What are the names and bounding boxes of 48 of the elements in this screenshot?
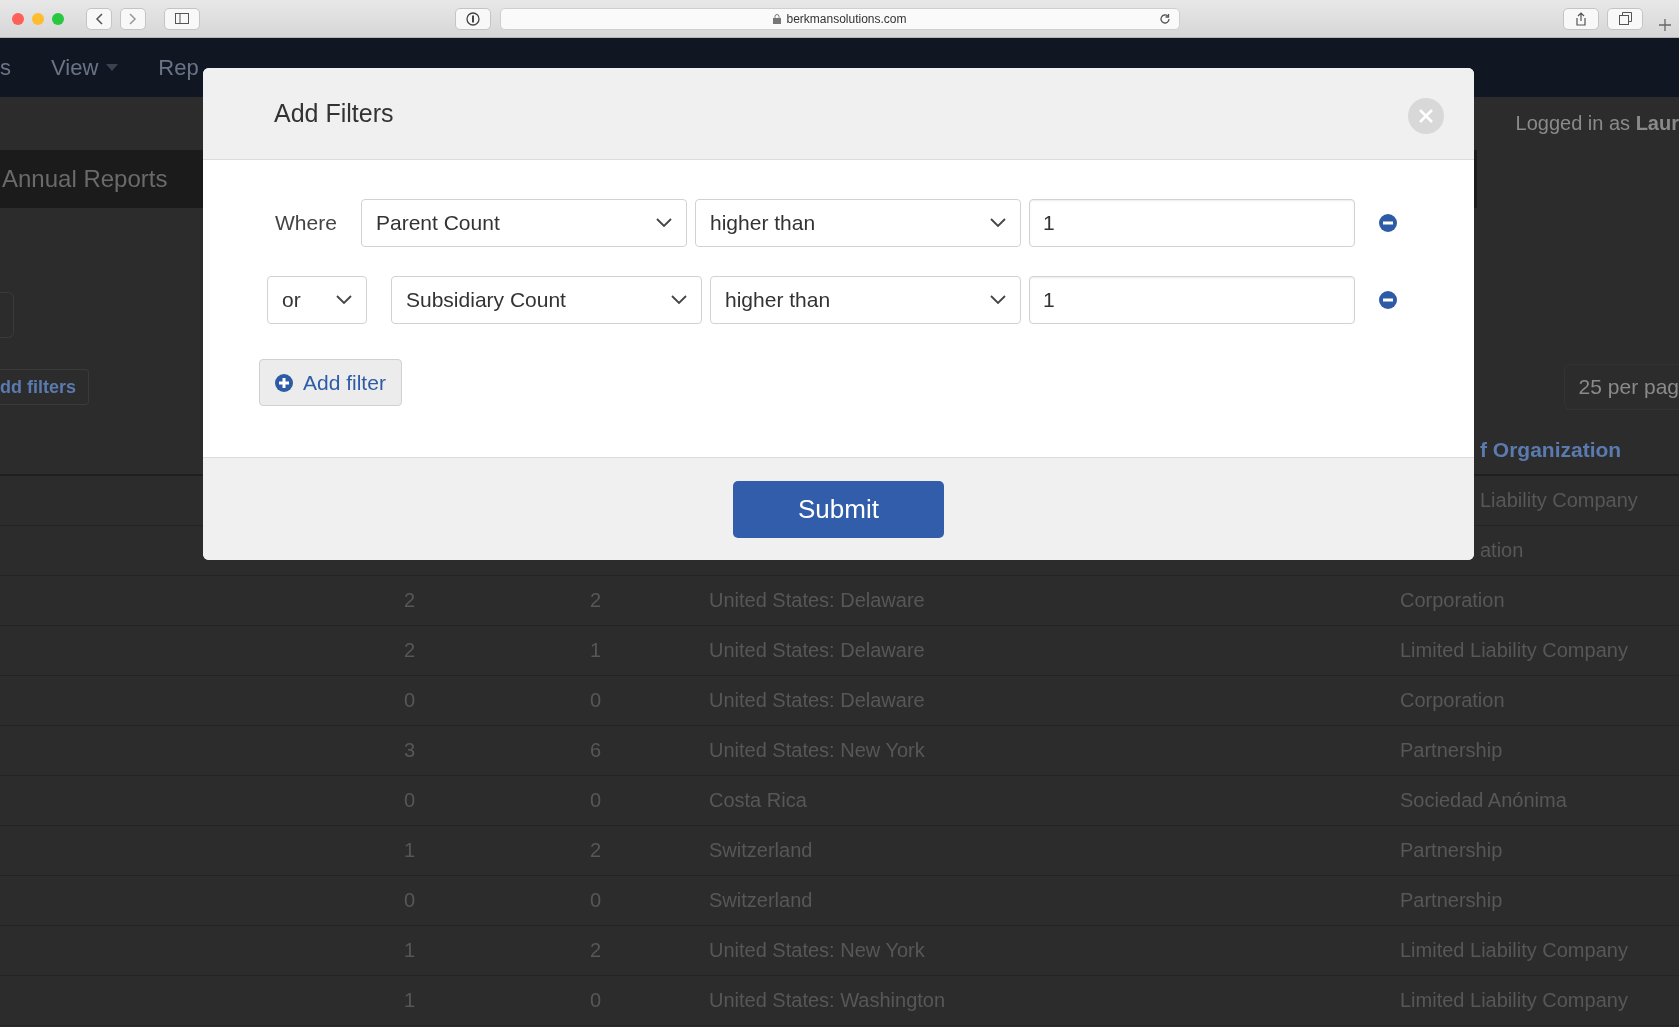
chevron-down-icon [656,218,672,228]
remove-icon[interactable] [1379,214,1397,232]
privacy-button[interactable] [455,7,491,30]
field-select[interactable]: Parent Count [361,199,687,247]
submit-button[interactable]: Submit [733,480,944,538]
url-text: berkmansolutions.com [786,12,907,26]
column-header: f Organization [1479,438,1623,462]
tabs-button[interactable] [1607,7,1643,30]
nav-menu-item[interactable]: View [51,54,119,81]
plus-circle-icon [275,373,293,392]
chevron-down-icon [990,218,1006,228]
tabs-icon [1618,12,1632,25]
close-icon [1419,108,1433,123]
dialog-title: Add Filters [274,99,394,128]
remove-icon[interactable] [1379,291,1397,309]
per-page-select[interactable]: 25 per pag [1563,364,1679,410]
connector-select[interactable]: or [267,276,367,324]
where-label: Where [274,211,338,235]
info-circle-icon [466,11,480,26]
value-input[interactable]: 1 [1029,276,1355,324]
back-button[interactable] [86,7,112,30]
forward-button[interactable] [120,7,146,30]
address-bar[interactable]: berkmansolutions.com [500,8,1180,30]
nav-menu-item[interactable]: Rep [158,54,199,81]
sidebar-icon [175,13,189,24]
field-select[interactable]: Subsidiary Count [391,276,702,324]
operator-select[interactable]: higher than [695,199,1021,247]
value-input[interactable]: 1 [1029,199,1355,247]
share-button[interactable] [1563,7,1599,30]
reload-icon[interactable] [1159,13,1171,25]
sidebar-button[interactable] [164,7,200,30]
close-button[interactable] [1408,97,1444,134]
zoom-window-button[interactable] [52,12,64,25]
chevron-down-icon [990,295,1006,305]
caret-icon [106,64,119,71]
close-window-button[interactable] [12,12,24,25]
share-icon [1575,11,1587,26]
add-filter-button[interactable]: Add filter [259,359,402,406]
logged-in-text: Logged in as Laur [1515,112,1679,135]
lock-icon [773,14,782,24]
nav-menu-item[interactable]: s [0,54,11,81]
chevron-down-icon [336,295,352,305]
operator-select[interactable]: higher than [710,276,1021,324]
chevron-right-icon [129,12,137,25]
plus-icon[interactable] [1658,18,1672,32]
toolbar-title: Annual Reports [2,165,168,193]
chevron-down-icon [671,295,687,305]
chevron-left-icon [95,12,103,25]
